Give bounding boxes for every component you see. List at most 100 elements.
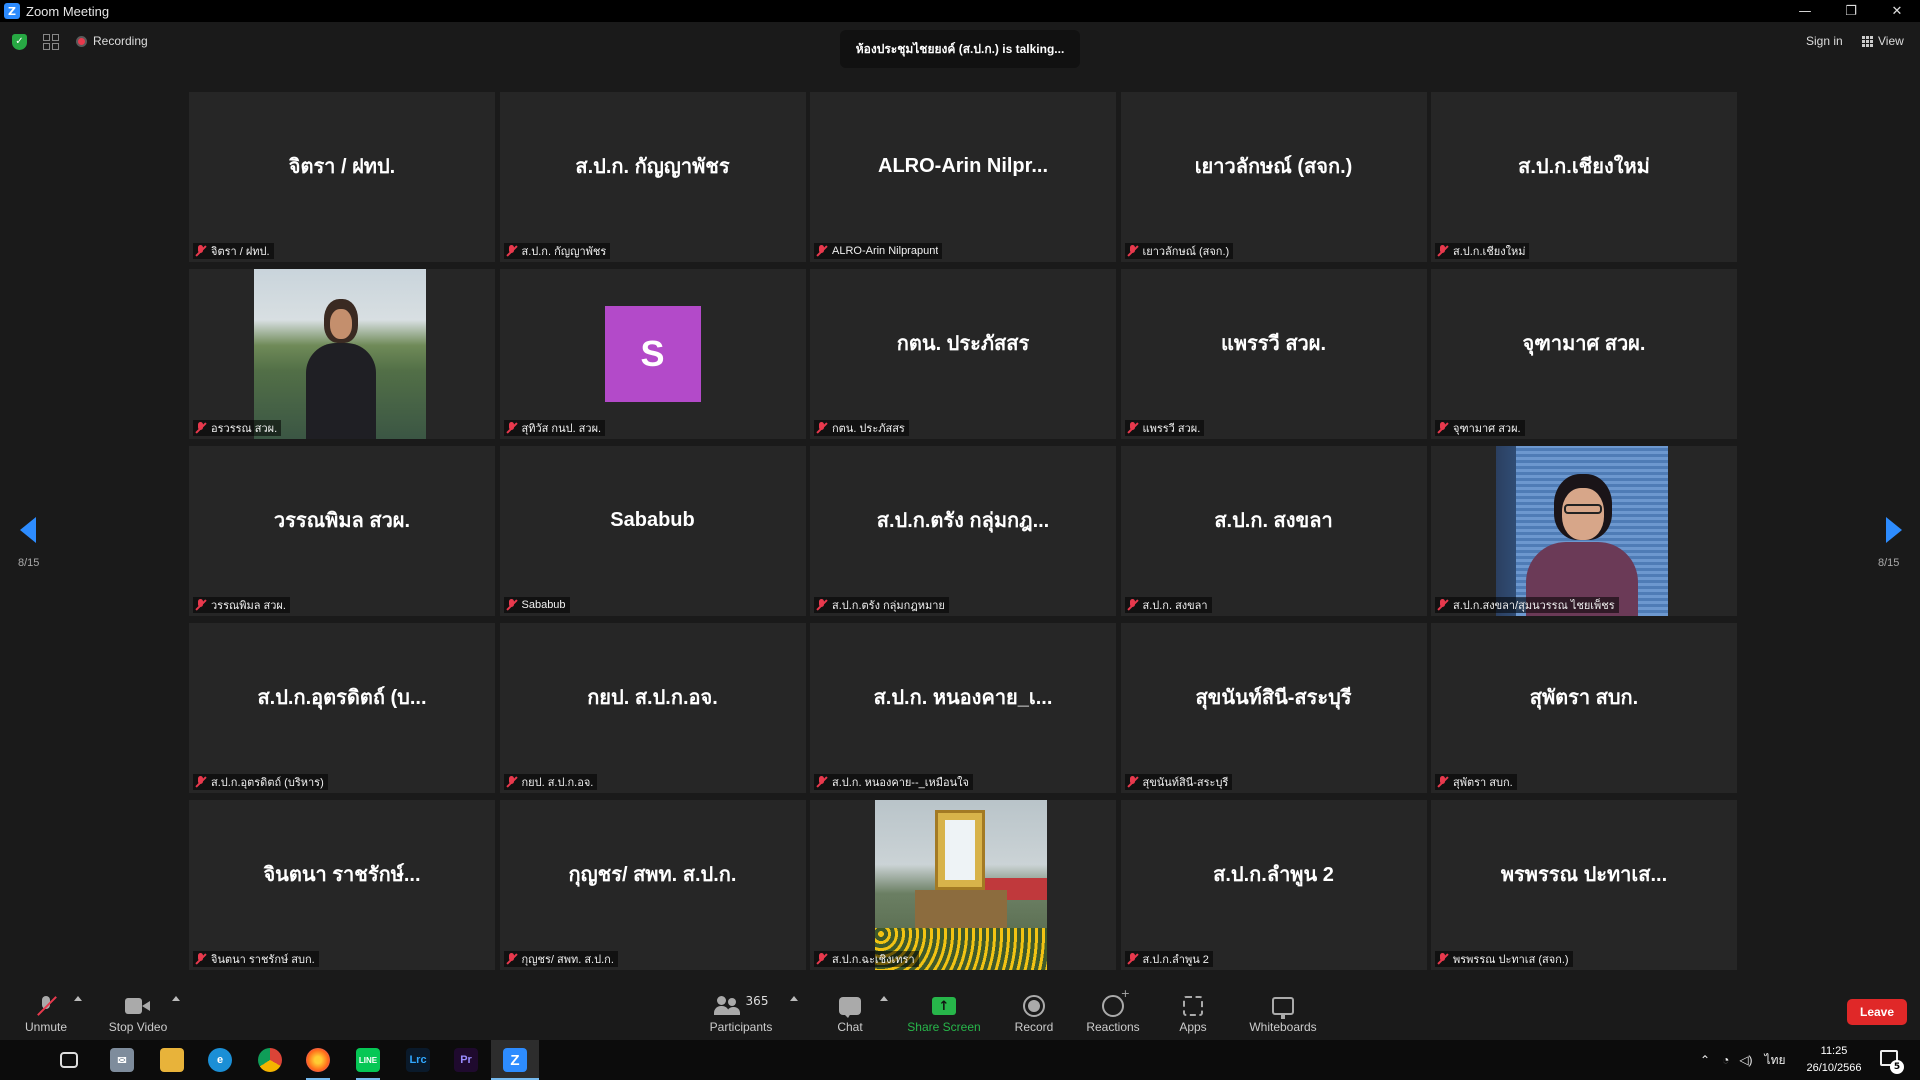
participant-tile[interactable]: จิตรา / ฝทป. จิตรา / ฝทป. — [189, 92, 495, 262]
participant-label: แพรรวี สวผ. — [1124, 420, 1205, 436]
active-speaker-banner: ห้องประชุมไชยยงค์ (ส.ป.ก.) is talking... — [840, 30, 1080, 68]
page-indicator-left: 8/15 — [18, 557, 40, 569]
participant-tile[interactable]: กยป. ส.ป.ก.อจ. กยป. ส.ป.ก.อจ. — [499, 623, 806, 793]
mic-muted-icon — [195, 599, 207, 611]
reactions-label: Reactions — [1086, 1020, 1140, 1034]
mic-muted-icon — [1437, 422, 1449, 434]
sign-in-button[interactable]: Sign in — [1806, 34, 1843, 48]
recording-indicator[interactable]: Recording — [76, 34, 148, 48]
participant-tile[interactable]: ส.ป.ก. หนองคาย_เ... ส.ป.ก. หนองคาย--_เหม… — [810, 623, 1116, 793]
participant-tile[interactable]: พรพรรณ ปะทาเส... พรพรรณ ปะทาเส (สจก.) — [1431, 800, 1737, 970]
participant-tile[interactable]: ส.ป.ก.ฉะเชิงเทรา — [810, 800, 1116, 970]
participant-name: อรวรรณ สวผ. — [211, 423, 278, 435]
share-screen-button[interactable]: ↑ Share Screen — [906, 982, 982, 1040]
participant-label: อรวรรณ สวผ. — [193, 420, 282, 436]
input-language[interactable]: ไทย — [1765, 1051, 1786, 1070]
participant-tile[interactable]: กตน. ประภัสสร กตน. ประภัสสร — [810, 269, 1116, 439]
participant-display-name: สุพัตรา สบก. — [1529, 687, 1639, 709]
mic-muted-icon — [816, 776, 828, 788]
next-page-icon[interactable] — [1886, 517, 1902, 543]
chrome-browser-icon[interactable] — [258, 1048, 282, 1072]
participant-tile[interactable]: ALRO-Arin Nilpr... ALRO-Arin Nilprapunt — [810, 92, 1116, 262]
participant-name: กตน. ประภัสสร — [832, 423, 905, 435]
task-view-icon[interactable] — [60, 1052, 78, 1068]
participant-tile[interactable]: แพรรวี สวผ. แพรรวี สวผ. — [1120, 269, 1427, 439]
apps-button[interactable]: Apps — [1176, 982, 1210, 1040]
participant-label: กุญชร/ สพท. ส.ป.ก. — [503, 951, 618, 967]
participant-tile[interactable]: S สุทิวัส กนป. สวผ. — [499, 269, 806, 439]
apps-label: Apps — [1179, 1020, 1207, 1034]
video-options-chevron-icon[interactable] — [172, 996, 180, 1001]
participant-tile[interactable]: Sababub Sababub — [499, 446, 806, 616]
participant-tile[interactable]: ส.ป.ก.เชียงใหม่ ส.ป.ก.เชียงใหม่ — [1431, 92, 1737, 262]
participant-tile[interactable]: วรรณพิมล สวผ. วรรณพิมล สวผ. — [189, 446, 495, 616]
reactions-button[interactable]: Reactions — [1086, 982, 1140, 1040]
participant-tile[interactable]: สุพัตรา สบก. สุพัตรา สบก. — [1431, 623, 1737, 793]
audio-options-chevron-icon[interactable] — [74, 996, 82, 1001]
participant-tile[interactable]: ส.ป.ก.ลำพูน 2 ส.ป.ก.ลำพูน 2 — [1120, 800, 1427, 970]
chat-button[interactable]: Chat — [830, 982, 870, 1040]
participants-options-chevron-icon[interactable] — [790, 996, 798, 1001]
unmute-button[interactable]: Unmute — [20, 982, 72, 1040]
recording-label: Recording — [93, 34, 148, 48]
mic-muted-icon — [1437, 953, 1449, 965]
participant-tile[interactable]: ส.ป.ก. กัญญาพัชร ส.ป.ก. กัญญาพัชร — [499, 92, 806, 262]
participant-display-name: กุญชร/ สพท. ส.ป.ก. — [568, 864, 737, 886]
mic-muted-icon — [506, 953, 518, 965]
participant-label: ส.ป.ก.อุตรดิตถ์ (บริหาร) — [193, 774, 328, 790]
participant-tile[interactable]: ส.ป.ก.อุตรดิตถ์ (บ... ส.ป.ก.อุตรดิตถ์ (บ… — [189, 623, 495, 793]
participant-name: แพรรวี สวผ. — [1142, 423, 1201, 435]
security-shield-icon[interactable]: ✓ — [12, 34, 27, 50]
mic-muted-icon — [1437, 245, 1449, 257]
firefox-browser-icon[interactable] — [306, 1048, 330, 1072]
file-explorer-icon[interactable] — [160, 1048, 184, 1072]
lightroom-app-icon[interactable]: Lrc — [406, 1048, 430, 1072]
mic-muted-icon — [195, 953, 207, 965]
minimize-button[interactable]: — — [1782, 0, 1828, 22]
line-app-icon[interactable]: LINE — [356, 1048, 380, 1072]
participants-button[interactable]: 365 Participants — [706, 982, 776, 1040]
participant-tile[interactable]: อรวรรณ สวผ. — [189, 269, 495, 439]
record-button[interactable]: Record — [1012, 982, 1056, 1040]
show-hidden-icons-icon[interactable]: ⌃ — [1700, 1053, 1710, 1067]
participant-tile[interactable]: เยาวลักษณ์ (สจก.) เยาวลักษณ์ (สจก.) — [1120, 92, 1427, 262]
whiteboards-button[interactable]: Whiteboards — [1246, 982, 1320, 1040]
participant-tile[interactable]: สุขนันท์สินี-สระบุรี สุขนันท์สินี-สระบุร… — [1120, 623, 1427, 793]
participant-tile[interactable]: จินตนา ราชรักษ์... จินตนา ราชรักษ์ สบก. — [189, 800, 495, 970]
mail-app-icon[interactable]: ✉ — [110, 1048, 134, 1072]
participant-label: ส.ป.ก. กัญญาพัชร — [503, 243, 611, 259]
stop-video-button[interactable]: Stop Video — [104, 982, 172, 1040]
meeting-top-bar: ✓ Recording ห้องประชุมไชยยงค์ (ส.ป.ก.) i… — [0, 22, 1920, 68]
participant-name: กยป. ส.ป.ก.อจ. — [521, 777, 594, 789]
meeting-toolbar: Unmute Stop Video 365 Participants Chat … — [0, 982, 1920, 1040]
participant-name: จินตนา ราชรักษ์ สบก. — [211, 954, 315, 966]
chat-label: Chat — [837, 1020, 863, 1034]
participant-name: ส.ป.ก.ตรัง กลุ่มกฎหมาย — [832, 600, 945, 612]
restore-button[interactable]: ❐ — [1828, 0, 1874, 22]
leave-button[interactable]: Leave — [1847, 999, 1907, 1025]
wifi-icon[interactable]: ◔ — [1722, 1053, 1729, 1067]
mic-muted-icon — [506, 599, 518, 611]
windows-start-icon[interactable] — [12, 1051, 30, 1069]
close-button[interactable]: ✕ — [1874, 0, 1920, 22]
volume-icon[interactable]: ◁) — [1739, 1053, 1752, 1067]
previous-page-icon[interactable] — [20, 517, 36, 543]
whiteboards-label: Whiteboards — [1249, 1020, 1317, 1034]
participant-tile[interactable]: กุญชร/ สพท. ส.ป.ก. กุญชร/ สพท. ส.ป.ก. — [499, 800, 806, 970]
meeting-info-icon[interactable] — [43, 34, 59, 50]
participant-display-name: จิตรา / ฝทป. — [288, 156, 396, 178]
participant-tile[interactable]: ส.ป.ก.ตรัง กลุ่มกฎ... ส.ป.ก.ตรัง กลุ่มกฎ… — [810, 446, 1116, 616]
edge-browser-icon[interactable]: e — [208, 1048, 232, 1072]
taskbar-clock[interactable]: 11:25 26/10/2566 — [1800, 1043, 1868, 1077]
view-button[interactable]: View — [1862, 34, 1904, 48]
participant-tile[interactable]: ส.ป.ก. สงขลา ส.ป.ก. สงขลา — [1120, 446, 1427, 616]
window-controls: — ❐ ✕ — [1782, 0, 1920, 22]
participant-display-name: ส.ป.ก.ตรัง กลุ่มกฎ... — [876, 510, 1050, 532]
participant-tile[interactable]: จุฑามาศ สวผ. จุฑามาศ สวผ. — [1431, 269, 1737, 439]
mic-muted-icon — [195, 245, 207, 257]
premiere-app-icon[interactable]: Pr — [454, 1048, 478, 1072]
participant-label: จิตรา / ฝทป. — [193, 243, 274, 259]
zoom-app-icon[interactable]: Z — [503, 1048, 527, 1072]
chat-options-chevron-icon[interactable] — [880, 996, 888, 1001]
participant-tile[interactable]: ส.ป.ก.สงขลา/สุมนวรรณ ไชยเพ็ชร — [1431, 446, 1737, 616]
